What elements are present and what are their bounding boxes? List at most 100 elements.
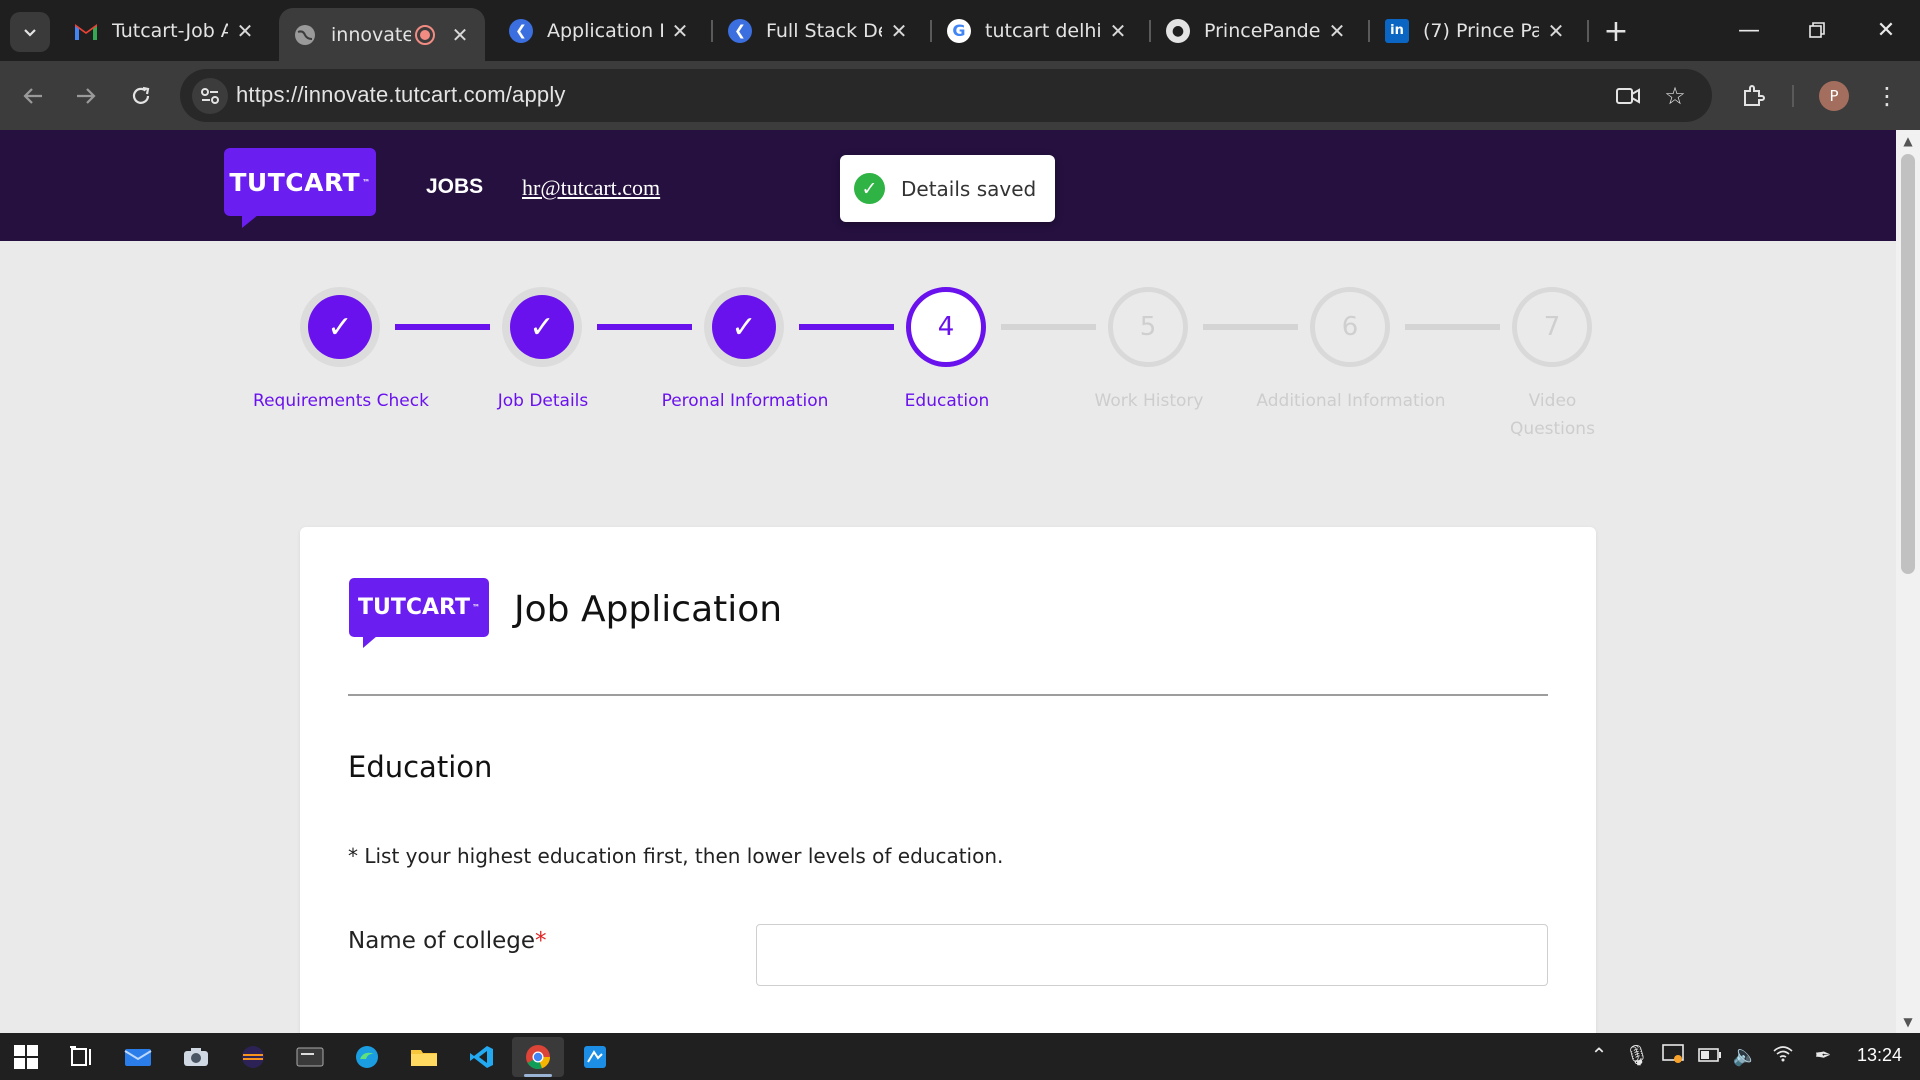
browser-tab-1-active[interactable]: innovate.tu ✕ <box>279 8 485 61</box>
forward-arrow-icon[interactable] <box>67 77 105 115</box>
step-1-requirements-check[interactable]: ✓ <box>300 287 380 367</box>
microphone-icon[interactable]: 🎙 <box>1622 1043 1652 1067</box>
vscode-icon[interactable] <box>455 1037 507 1077</box>
tab-separator <box>711 20 713 42</box>
close-icon[interactable]: ✕ <box>449 23 471 47</box>
linkedin-icon: in <box>1385 18 1409 43</box>
education-instruction: * List your highest education first, the… <box>348 844 1004 868</box>
page-viewport: TUTCART ™ JOBS hr@tutcart.com ✓ Details s… <box>0 130 1896 1033</box>
tab-label: (7) Prince Pan <box>1423 19 1539 42</box>
site-info-icon[interactable] <box>192 78 228 114</box>
college-name-input[interactable] <box>756 924 1548 986</box>
page-title: Job Application <box>514 589 783 630</box>
tab-label: Tutcart-Job Ap <box>112 19 228 42</box>
step-2-job-details[interactable]: ✓ <box>502 287 582 367</box>
tab-separator <box>1587 20 1589 42</box>
recording-icon <box>415 24 435 45</box>
blue-app-icon[interactable] <box>569 1037 621 1077</box>
tab-label: innovate.tu <box>331 23 411 46</box>
more-menu-icon[interactable]: ⋮ <box>1868 77 1906 115</box>
extensions-puzzle-icon[interactable] <box>1734 77 1772 115</box>
reload-icon[interactable] <box>122 77 160 115</box>
mail-icon[interactable] <box>112 1037 164 1077</box>
close-icon[interactable]: ✕ <box>1107 19 1129 43</box>
address-bar[interactable]: https://innovate.tutcart.com/apply ☆ <box>180 69 1712 122</box>
browser-tab-2[interactable]: ❮ Application Hi ✕ <box>495 8 705 53</box>
college-name-label: Name of college* <box>348 928 547 954</box>
step-connector <box>1203 324 1298 330</box>
step-connector <box>597 324 692 330</box>
step-number: 7 <box>1543 312 1561 342</box>
restore-icon[interactable] <box>1792 12 1842 48</box>
close-icon[interactable]: ✕ <box>234 19 256 43</box>
step-label: Requirements Check <box>253 391 429 411</box>
required-asterisk: * <box>535 928 547 954</box>
scroll-down-arrow-icon[interactable]: ▼ <box>1901 1015 1915 1029</box>
checkmark-icon: ✓ <box>712 295 776 359</box>
browser-tab-6[interactable]: in (7) Prince Pan ✕ <box>1371 8 1581 53</box>
google-icon: G <box>947 18 971 43</box>
scroll-up-arrow-icon[interactable]: ▲ <box>1901 134 1915 148</box>
tab-separator <box>1368 20 1370 42</box>
wifi-icon[interactable] <box>1768 1043 1798 1067</box>
scroll-thumb[interactable] <box>1901 154 1915 574</box>
windows-taskbar: ⌃ 🎙 🔈 ✒ 13:24 <box>0 1033 1920 1080</box>
gmail-icon <box>74 19 98 43</box>
edge-browser-icon[interactable] <box>341 1037 393 1077</box>
step-number: 4 <box>937 312 955 342</box>
bookmark-star-icon[interactable]: ☆ <box>1660 81 1690 111</box>
screen-capture-icon[interactable] <box>1658 1043 1688 1068</box>
job-application-card: TUTCART ™ Job Application Education * Lis… <box>300 527 1596 1033</box>
globe-icon <box>293 23 317 47</box>
tutcart-logo-small: TUTCART ™ <box>349 578 489 648</box>
close-icon[interactable]: ✕ <box>1545 19 1567 43</box>
battery-icon[interactable] <box>1695 1043 1725 1067</box>
profile-avatar[interactable]: P <box>1819 81 1849 111</box>
logo-trademark: ™ <box>472 603 480 612</box>
browser-tab-3[interactable]: ❮ Full Stack Dev ✕ <box>714 8 924 53</box>
browser-tab-0[interactable]: Tutcart-Job Ap ✕ <box>60 8 270 53</box>
divider <box>348 694 1548 696</box>
taskbar-clock[interactable]: 13:24 <box>1857 1045 1902 1066</box>
tab-search-button[interactable] <box>10 12 50 52</box>
camera-icon[interactable] <box>170 1037 222 1077</box>
logo-text: TUTCART <box>357 595 470 620</box>
eclipse-icon[interactable] <box>227 1037 279 1077</box>
step-label: Education <box>904 391 990 411</box>
kekaa-icon: ❮ <box>728 18 752 43</box>
url-text[interactable]: https://innovate.tutcart.com/apply <box>236 82 566 108</box>
step-connector <box>395 324 490 330</box>
step-label: Work History <box>1094 391 1204 411</box>
tray-overflow-chevron-icon[interactable]: ⌃ <box>1584 1043 1614 1067</box>
step-3-personal-information[interactable]: ✓ <box>704 287 784 367</box>
browser-toolbar: https://innovate.tutcart.com/apply ☆ P ⋮ <box>0 61 1920 130</box>
file-explorer-icon[interactable] <box>398 1037 450 1077</box>
pen-icon[interactable]: ✒ <box>1808 1043 1838 1067</box>
video-camera-icon[interactable] <box>1613 81 1643 111</box>
terminal-app-icon[interactable] <box>284 1037 336 1077</box>
minimize-icon[interactable]: — <box>1724 12 1774 48</box>
checkmark-icon: ✓ <box>510 295 574 359</box>
close-icon[interactable]: ✕ <box>669 19 691 43</box>
volume-icon[interactable]: 🔈 <box>1730 1043 1760 1067</box>
browser-tab-4[interactable]: G tutcart delhi - ✕ <box>933 8 1143 53</box>
new-tab-plus-icon[interactable]: + <box>1598 14 1634 49</box>
step-label: Peronal Information <box>661 391 829 411</box>
browser-tab-strip: Tutcart-Job Ap ✕ innovate.tu ✕ ❮ Applica… <box>0 0 1920 61</box>
windows-start-icon[interactable] <box>0 1037 52 1077</box>
close-icon[interactable]: ✕ <box>1326 19 1348 43</box>
close-icon[interactable]: ✕ <box>888 19 910 43</box>
tab-separator <box>1149 20 1151 42</box>
task-view-icon[interactable] <box>55 1037 107 1077</box>
browser-tab-5[interactable]: ● PrincePandey ✕ <box>1152 8 1362 53</box>
chrome-icon[interactable] <box>512 1037 564 1077</box>
step-label: Additional Information <box>1256 391 1446 411</box>
step-4-education[interactable]: 4 <box>906 287 986 367</box>
window-close-icon[interactable]: ✕ <box>1861 12 1911 48</box>
back-arrow-icon[interactable] <box>14 77 52 115</box>
page-scrollbar[interactable]: ▲ ▼ <box>1896 130 1920 1033</box>
step-label: Job Details <box>497 391 589 411</box>
application-stepper: ✓ Requirements Check ✓ Job Details ✓ Per… <box>0 130 1896 490</box>
tab-label: Full Stack Dev <box>766 19 882 42</box>
step-connector <box>1001 324 1096 330</box>
